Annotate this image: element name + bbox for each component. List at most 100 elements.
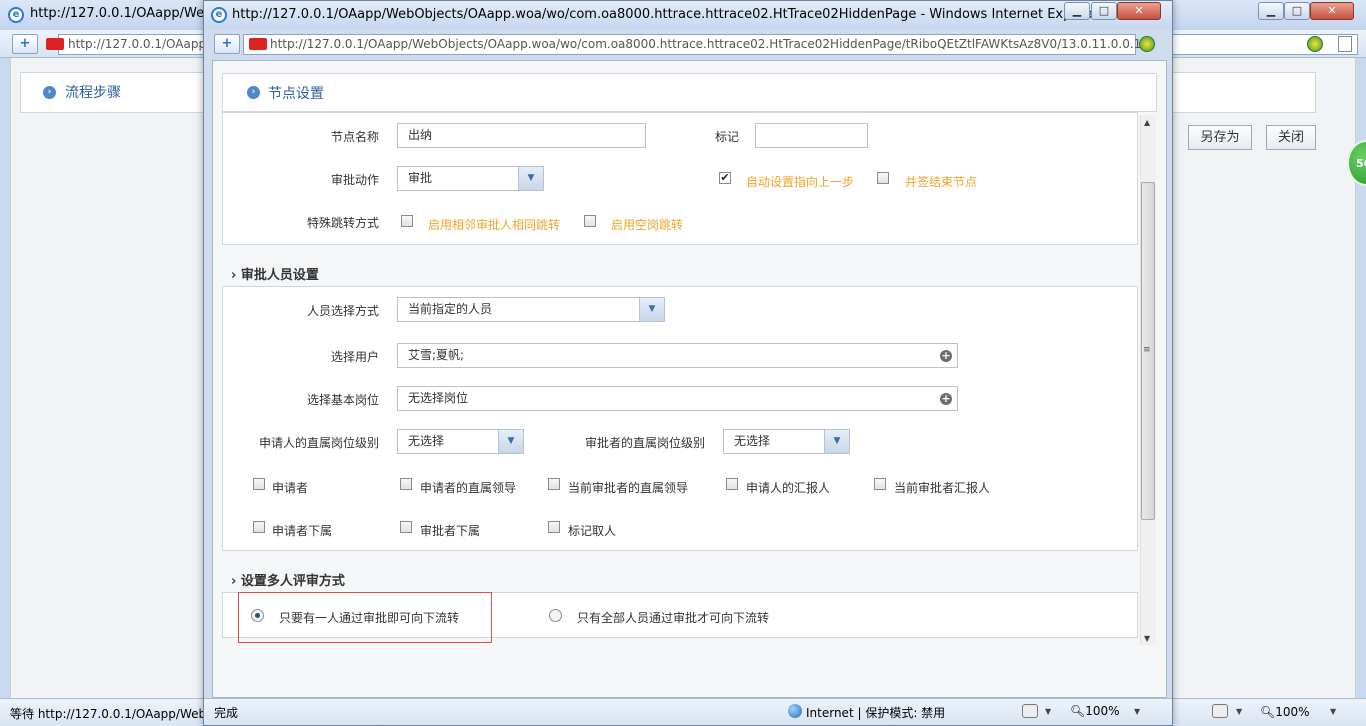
adjacent-same-checkbox[interactable] (401, 215, 413, 227)
option-all-label: 只有全部人员通过审批才可向下流转 (577, 611, 770, 625)
chevron-down-icon[interactable]: ▼ (824, 430, 849, 453)
protect-dropdown-icon[interactable]: ▼ (1045, 707, 1051, 716)
dialog-ie-logo-icon: e (211, 7, 227, 23)
vacant-jump-checkbox[interactable] (584, 215, 596, 227)
compat-icon[interactable] (1307, 36, 1323, 52)
bg-protect-dropdown-icon[interactable]: ▼ (1236, 707, 1242, 716)
back-icon[interactable]: + (12, 34, 38, 54)
vacant-jump-label: 启用空岗跳转 (611, 218, 684, 232)
current-approver-reporter-label: 当前审批者汇报人 (894, 481, 991, 495)
multi-review-title: › 设置多人评审方式 (231, 570, 345, 589)
add-user-icon[interactable]: + (940, 350, 952, 362)
mark-pick-label: 标记取人 (568, 524, 617, 538)
dialog-status-text: 完成 (214, 706, 239, 720)
approver-level-value: 无选择 (734, 434, 771, 448)
select-method-select[interactable]: 当前指定的人员 (397, 297, 665, 322)
background-status-text: 等待 http://127.0.0.1/OAapp/WebO (10, 707, 216, 721)
approver-settings-box (222, 286, 1138, 551)
approver-settings-title-text: 审批人员设置 (240, 268, 319, 283)
action-select-value: 审批 (408, 171, 433, 185)
mark-input[interactable] (755, 123, 868, 148)
save-as-button[interactable]: 另存为 (1188, 125, 1252, 150)
current-approver-leader-checkbox[interactable] (548, 478, 560, 490)
applicant-leader-checkbox[interactable] (400, 478, 412, 490)
current-approver-leader-label: 当前审批者的直属领导 (568, 481, 689, 495)
auto-prev-checkbox[interactable]: ✔ (719, 172, 731, 184)
add-post-icon[interactable]: + (940, 393, 952, 405)
option-all-radio[interactable] (549, 609, 562, 622)
grip-icon: ≡ (1143, 345, 1151, 355)
ie-logo-icon: e (8, 7, 24, 23)
close-window-icon[interactable]: ✕ (1310, 2, 1354, 20)
countersign-end-checkbox[interactable] (877, 172, 889, 184)
globe-icon (788, 704, 802, 718)
scroll-up-icon[interactable]: ▲ (1144, 118, 1150, 127)
applicant-level-value: 无选择 (408, 434, 445, 448)
applicant-subordinate-label: 申请者下属 (272, 524, 333, 538)
minimize-icon[interactable]: ▁ (1258, 2, 1284, 20)
auto-prev-label: 自动设置指向上一步 (746, 175, 855, 189)
zoom-icon: 🔍︎ (1260, 705, 1276, 719)
dialog-zoom-dropdown-icon[interactable]: ▼ (1134, 707, 1140, 716)
dialog-zone-text: Internet | 保护模式: 禁用 (806, 706, 946, 720)
dialog-zoom-icon: 🔍︎ (1070, 704, 1086, 718)
dialog-compat-icon[interactable] (1139, 36, 1155, 52)
mark-pick-checkbox[interactable] (548, 521, 560, 533)
dialog-security-icon (249, 38, 267, 50)
applicant-leader-label: 申请者的直属领导 (420, 481, 517, 495)
applicant-reporter-label: 申请人的汇报人 (746, 481, 831, 495)
highlight-box (238, 592, 492, 643)
applicant-reporter-checkbox[interactable] (726, 478, 738, 490)
select-method-label: 人员选择方式 (307, 304, 380, 318)
section-chevron-icon: › (231, 574, 237, 589)
panel-arrow-icon: › (43, 86, 56, 99)
bg-zoom-dropdown-icon[interactable]: ▼ (1330, 707, 1336, 716)
chevron-down-icon[interactable]: ▼ (518, 167, 543, 190)
dialog-minimize-icon[interactable]: ▁ (1064, 2, 1090, 20)
chevron-down-icon[interactable]: ▼ (639, 298, 664, 321)
scroll-down-icon[interactable]: ▼ (1144, 634, 1150, 643)
approver-subordinate-checkbox[interactable] (400, 521, 412, 533)
node-settings-arrow-icon: › (247, 86, 260, 99)
adjacent-same-label: 启用相邻审批人相同跳转 (428, 218, 561, 232)
dialog-window-title: http://127.0.0.1/OAapp/WebObjects/OAapp.… (232, 7, 1102, 22)
node-settings-header (222, 73, 1157, 112)
basic-post-label: 选择基本岗位 (307, 393, 380, 407)
node-name-label: 节点名称 (331, 130, 380, 144)
select-user-input[interactable]: 艾雪;夏帆; (397, 343, 958, 368)
applicant-subordinate-checkbox[interactable] (253, 521, 265, 533)
basic-post-input[interactable]: 无选择岗位 (397, 386, 958, 411)
dialog-back-icon[interactable]: + (214, 34, 240, 54)
select-method-value: 当前指定的人员 (408, 302, 493, 316)
page-icon[interactable] (1338, 36, 1352, 52)
approver-level-label: 审批者的直属岗位级别 (585, 436, 706, 450)
bg-protect-icon[interactable] (1212, 704, 1228, 718)
node-settings-title: 节点设置 (268, 86, 324, 102)
dialog-zoom-value: 100% (1085, 704, 1120, 718)
close-button[interactable]: 关闭 (1266, 125, 1316, 150)
maximize-icon[interactable]: □ (1284, 2, 1310, 20)
node-name-input[interactable]: 出纳 (397, 123, 646, 148)
dialog-zoom[interactable]: 🔍︎100% (1070, 704, 1120, 718)
approver-subordinate-label: 审批者下属 (420, 524, 481, 538)
select-user-label: 选择用户 (331, 350, 380, 364)
background-zoom-value: 100% (1275, 705, 1310, 719)
section-chevron-icon: › (231, 268, 237, 283)
approver-settings-title: › 审批人员设置 (231, 264, 319, 283)
action-label: 审批动作 (331, 173, 380, 187)
dialog-maximize-icon[interactable]: □ (1091, 2, 1117, 20)
applicant-checkbox-label: 申请者 (272, 481, 309, 495)
dialog-address-text: http://127.0.0.1/OAapp/WebObjects/OAapp.… (270, 37, 1153, 51)
security-icon (46, 38, 64, 50)
background-panel-title: 流程步骤 (65, 85, 121, 101)
protect-icon[interactable] (1022, 704, 1038, 718)
background-window-title: http://127.0.0.1/OAapp/WebO (30, 6, 223, 21)
dialog-close-icon[interactable]: ✕ (1117, 2, 1161, 20)
background-zoom[interactable]: 🔍︎100% (1260, 705, 1310, 719)
multi-review-title-text: 设置多人评审方式 (240, 574, 345, 589)
current-approver-reporter-checkbox[interactable] (874, 478, 886, 490)
applicant-checkbox[interactable] (253, 478, 265, 490)
mark-label: 标记 (715, 130, 740, 144)
countersign-end-label: 并签结束节点 (905, 175, 978, 189)
chevron-down-icon[interactable]: ▼ (498, 430, 523, 453)
